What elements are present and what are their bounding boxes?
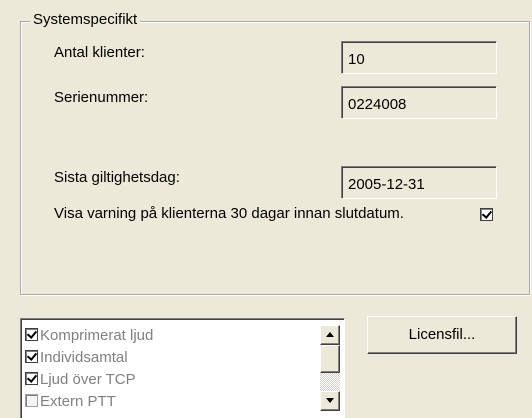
expiry-date-label: Sista giltighetsdag:: [54, 169, 180, 186]
client-count-label: Antal klienter:: [54, 44, 145, 61]
expiry-date-field[interactable]: 2005-12-31: [341, 166, 497, 199]
features-list[interactable]: Komprimerat ljud Individsamtal Ljud över…: [20, 318, 345, 418]
license-file-button[interactable]: Licensfil...: [367, 316, 517, 354]
list-item-label: Ljud över TCP: [40, 371, 136, 388]
list-item-label: Extern PTT: [40, 393, 116, 410]
checkbox-checked-icon[interactable]: [25, 350, 38, 364]
list-item[interactable]: Ljud över TCP: [25, 369, 136, 391]
list-item[interactable]: Extern PTT: [25, 391, 116, 413]
list-item[interactable]: Individsamtal: [25, 347, 128, 369]
checkbox-checked-icon[interactable]: [25, 372, 38, 386]
list-item[interactable]: Komprimerat ljud: [25, 325, 153, 347]
list-item-label: Individsamtal: [40, 349, 128, 366]
checkbox-unchecked-icon[interactable]: [25, 394, 38, 408]
group-title: Systemspecifikt: [30, 11, 141, 28]
scrollbar-track[interactable]: [320, 373, 340, 391]
scroll-down-arrow-icon[interactable]: [320, 391, 340, 411]
list-scrollbar[interactable]: [320, 325, 340, 418]
scroll-up-arrow-icon[interactable]: [320, 325, 340, 345]
warning-checkbox[interactable]: [480, 208, 493, 221]
scrollbar-thumb[interactable]: [320, 345, 340, 373]
warning-label: Visa varning på klienterna 30 dagar inna…: [54, 205, 404, 222]
client-count-field[interactable]: 10: [341, 41, 497, 74]
list-item-label: Komprimerat ljud: [40, 327, 154, 344]
serial-number-label: Serienummer:: [54, 89, 149, 106]
checkbox-checked-icon[interactable]: [25, 328, 38, 342]
serial-number-field[interactable]: 0224008: [341, 86, 497, 119]
